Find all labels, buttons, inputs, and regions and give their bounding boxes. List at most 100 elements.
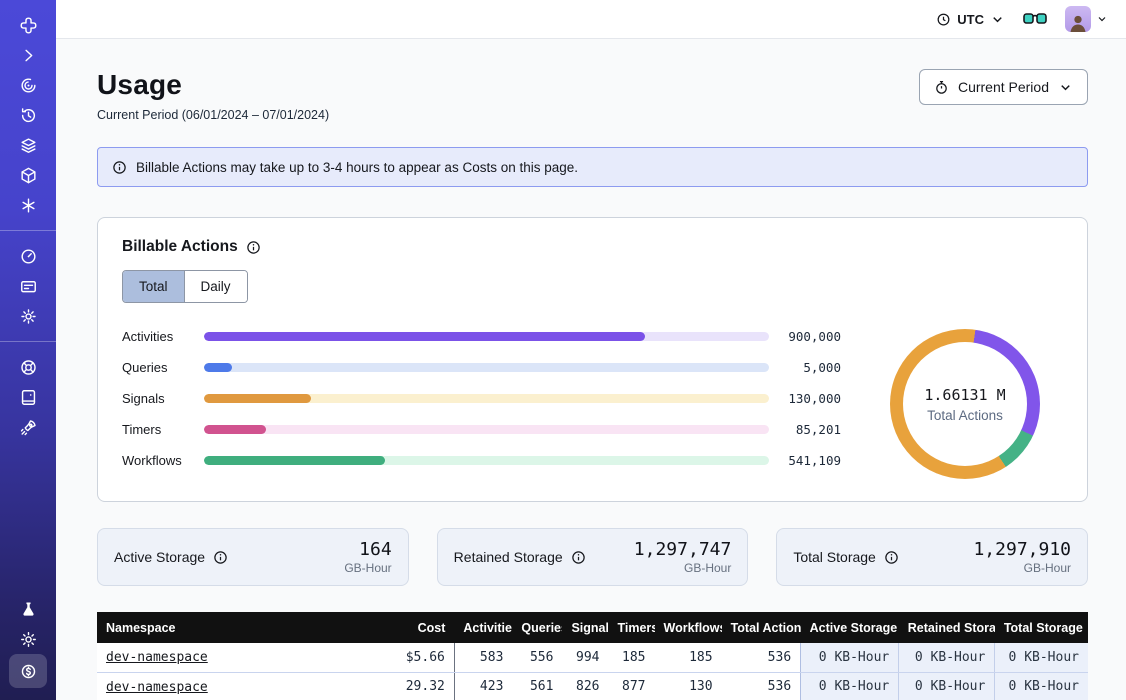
sidebar-item-sun[interactable] [10,624,46,654]
info-icon[interactable] [571,550,586,565]
bar-value: 130,000 [779,391,841,406]
column-header-cost: Cost [330,612,454,643]
flask-icon [19,600,38,619]
info-icon[interactable] [884,550,899,565]
sun-icon [19,630,38,649]
active-storage-card: Active Storage 164GB-Hour [97,528,409,586]
sidebar-item-card[interactable] [10,271,46,301]
period-dropdown-button[interactable]: Current Period [919,69,1088,105]
info-banner-text: Billable Actions may take up to 3-4 hour… [136,160,578,175]
sidebar-item-layers[interactable] [10,130,46,160]
info-banner: Billable Actions may take up to 3-4 hour… [97,147,1088,187]
bar-label: Timers [122,422,194,437]
temporal-logo[interactable] [10,10,46,40]
namespace-cell: dev-namespace [97,643,330,672]
bar-value: 541,109 [779,453,841,468]
namespace-usage-table: NamespaceCostActivitiesQueriesSignalsTim… [97,612,1088,700]
table-cell: 0 KB-Hour [995,643,1088,672]
bar-row-timers: Timers 85,201 [122,422,841,437]
bar-fill [204,363,232,372]
sidebar-item-coin[interactable] [9,654,47,688]
bar-label: Activities [122,329,194,344]
tab-total[interactable]: Total [123,271,184,302]
avatar [1065,6,1091,32]
chevron-down-icon [1096,13,1108,25]
bar-fill [204,456,385,465]
column-header-activities: Activities [454,612,512,643]
total-daily-segmented-control: Total Daily [122,270,248,303]
table-cell: 185 [608,643,654,672]
sidebar-divider [0,230,56,231]
bar-track [204,332,769,341]
sidebar-item-docs[interactable] [10,382,46,412]
total-storage-card: Total Storage1,297,910GB-Hour [776,528,1088,586]
storage-card-label: Active Storage [114,549,205,565]
table-cell: 583 [454,643,512,672]
bar-value: 5,000 [779,360,841,375]
bar-fill [204,425,266,434]
tab-daily[interactable]: Daily [184,271,247,302]
retained-storage-card: Retained Storage1,297,747GB-Hour [437,528,749,586]
storage-card-label: Retained Storage [454,549,563,565]
column-header-total-storage: Total Storage [995,612,1088,643]
page-title: Usage [97,69,329,101]
chevron-right-icon [19,46,38,65]
timezone-selector[interactable]: UTC [936,12,1005,27]
chevron-down-icon [1058,80,1073,95]
info-icon[interactable] [213,550,228,565]
bar-label: Signals [122,391,194,406]
user-menu[interactable] [1065,6,1108,32]
sidebar-item-cube[interactable] [10,160,46,190]
temporal-logo [19,16,38,35]
sidebar-item-gear[interactable] [10,301,46,331]
sidebar-item-clock-history[interactable] [10,100,46,130]
bar-value: 85,201 [779,422,841,437]
timezone-label: UTC [957,12,984,27]
donut-total-value: 1.66131 M [924,386,1005,404]
namespace-link[interactable]: dev-namespace [106,650,208,665]
info-icon[interactable] [246,240,261,255]
billable-actions-bar-chart: Activities 900,000 Queries 5,000 Signals 130,… [122,329,867,479]
gauge-icon [19,247,38,266]
clock-history-icon [19,106,38,125]
table-cell: 0 KB-Hour [899,643,995,672]
table-cell: 423 [454,672,512,700]
table-cell: 130 [655,672,722,700]
column-header-timers: Timers [608,612,654,643]
column-header-namespace: Namespace [97,612,330,643]
namespace-link[interactable]: dev-namespace [106,680,208,695]
bar-label: Queries [122,360,194,375]
table-cell: 0 KB-Hour [899,672,995,700]
bar-track [204,363,769,372]
sidebar-item-chevron-right[interactable] [10,40,46,70]
sidebar-item-gauge[interactable] [10,241,46,271]
column-header-queries: Queries [512,612,562,643]
table-header-row: NamespaceCostActivitiesQueriesSignalsTim… [97,612,1088,643]
table-row: dev-namespace$5.665835569941851855360 KB… [97,643,1088,672]
column-header-active-storage: Active Storage [801,612,899,643]
chevron-down-icon [990,12,1005,27]
layers-icon [19,136,38,155]
billable-actions-title: Billable Actions [122,238,238,256]
sidebar-item-rocket[interactable] [10,412,46,442]
column-header-retained-storage: Retained Storage [899,612,995,643]
table-row: dev-namespace29.324235618268771305360 KB… [97,672,1088,700]
asterisk-icon [19,196,38,215]
sidebar-item-asterisk[interactable] [10,190,46,220]
table-cell: 29.32 [330,672,454,700]
sidebar-item-spiral[interactable] [10,70,46,100]
sidebar-item-flask[interactable] [10,594,46,624]
glasses-icon [1023,12,1047,26]
feedback-glasses-button[interactable] [1023,12,1047,26]
bar-value: 900,000 [779,329,841,344]
table-cell: 994 [562,643,608,672]
storage-card-value: 1,297,910 [973,539,1071,560]
table-cell: 556 [512,643,562,672]
table-cell: 0 KB-Hour [995,672,1088,700]
clock-icon [936,12,951,27]
storage-card-value: 164 [344,539,391,560]
sidebar-item-lifebuoy[interactable] [10,352,46,382]
storage-card-unit: GB-Hour [973,561,1071,575]
storage-card-unit: GB-Hour [344,561,391,575]
namespace-cell: dev-namespace [97,672,330,700]
